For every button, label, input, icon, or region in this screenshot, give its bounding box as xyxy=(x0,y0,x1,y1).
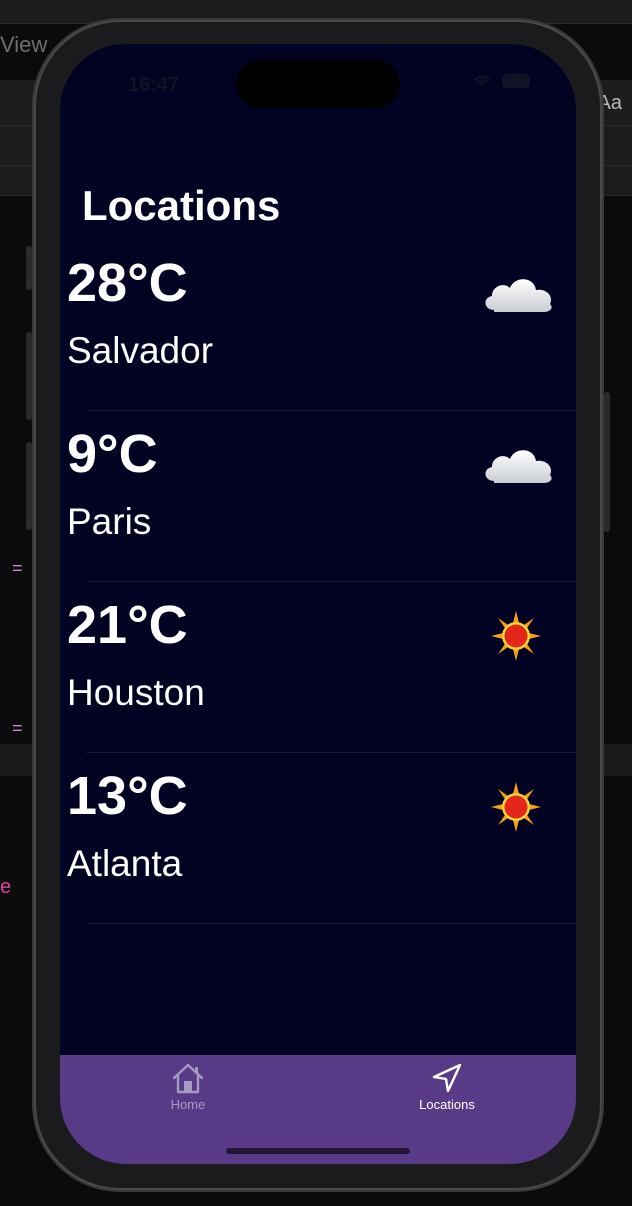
page-title: Locations xyxy=(82,182,281,229)
power-button xyxy=(604,392,610,532)
volume-up-button xyxy=(26,332,32,420)
temperature-label: 28°C xyxy=(67,253,188,313)
location-row-paris[interactable]: 9°C Paris xyxy=(60,411,576,582)
cloud-icon xyxy=(485,279,552,312)
location-row-houston[interactable]: 21°C Houston xyxy=(60,582,576,753)
code-fragment: e xyxy=(0,876,12,898)
location-arrow-icon xyxy=(432,1063,462,1093)
city-label: Houston xyxy=(67,672,205,713)
code-operator: = xyxy=(12,718,23,738)
temperature-label: 21°C xyxy=(67,595,188,655)
wifi-icon xyxy=(473,75,491,87)
tab-home[interactable]: Home xyxy=(118,1061,258,1112)
sun-icon xyxy=(491,782,541,832)
dynamic-island xyxy=(236,60,400,108)
code-operator: = xyxy=(12,558,23,578)
location-row-salvador[interactable]: 28°C Salvador xyxy=(60,240,576,411)
status-icons xyxy=(472,74,530,88)
action-button xyxy=(26,246,32,290)
temperature-label: 9°C xyxy=(67,424,158,484)
sun-icon xyxy=(491,611,541,661)
view-menu-label[interactable]: View xyxy=(0,32,47,58)
tab-locations[interactable]: Locations xyxy=(377,1061,517,1112)
locations-list: 28°C Salvador 9°C Paris 21°C Houston 13°… xyxy=(60,240,576,924)
city-label: Atlanta xyxy=(67,843,183,884)
volume-down-button xyxy=(26,442,32,530)
city-label: Paris xyxy=(67,501,152,542)
status-time: 16:47 xyxy=(128,74,180,96)
home-indicator xyxy=(226,1148,410,1154)
temperature-label: 13°C xyxy=(67,766,188,826)
tab-label: Home xyxy=(170,1097,206,1112)
location-row-atlanta[interactable]: 13°C Atlanta xyxy=(60,753,576,924)
house-icon xyxy=(172,1063,204,1094)
cloud-icon xyxy=(485,450,552,483)
city-label: Salvador xyxy=(67,330,214,371)
battery-icon xyxy=(502,74,530,88)
tab-label: Locations xyxy=(419,1097,475,1112)
app-screen: 16:47 Locations 28°C Salvador 9°C Paris … xyxy=(60,44,576,1164)
